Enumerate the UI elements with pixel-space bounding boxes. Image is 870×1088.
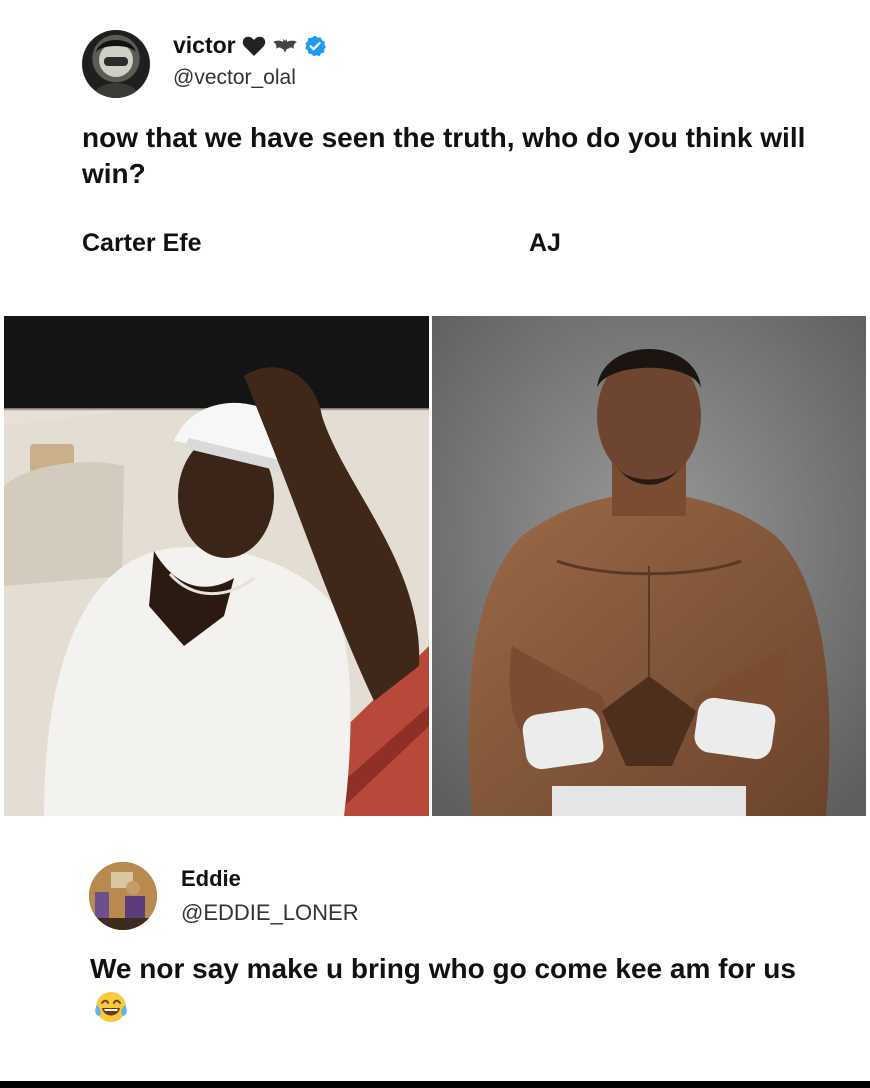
bat-icon [272, 38, 297, 53]
black-heart-icon [242, 36, 265, 56]
photo-right-image [432, 316, 866, 816]
tears-of-joy-emoji-icon [95, 991, 127, 1022]
reply-author-avatar[interactable] [89, 862, 157, 930]
post-text: now that we have seen the truth, who do … [82, 122, 806, 189]
author-name[interactable]: victor [173, 32, 236, 59]
author-handle[interactable]: @vector_olal [173, 66, 296, 90]
author-avatar[interactable] [82, 30, 150, 98]
reply-text-block: We nor say make u bring who go come kee … [90, 951, 810, 1024]
reply-text: We nor say make u bring who go come kee … [90, 953, 796, 984]
reply-author-handle[interactable]: @EDDIE_LONER [181, 900, 359, 926]
reply-avatar-image [89, 862, 157, 930]
author-name-row: victor [173, 32, 326, 59]
verified-badge-icon [304, 35, 326, 56]
author-avatar-image [92, 40, 140, 98]
photo-right[interactable] [432, 316, 866, 816]
option-right-label: AJ [529, 229, 561, 257]
reply-author-name[interactable]: Eddie [181, 866, 241, 892]
photo-left-image [4, 316, 429, 816]
photo-left[interactable] [4, 316, 429, 816]
option-left-label: Carter Efe [82, 229, 202, 257]
bottom-divider [0, 1081, 870, 1088]
